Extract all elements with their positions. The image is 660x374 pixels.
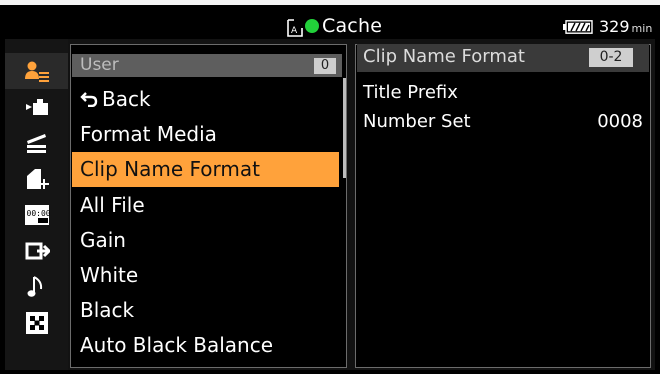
menu-item-label: All File — [80, 193, 145, 217]
output-icon — [25, 242, 50, 260]
svg-text:00:00: 00:00 — [27, 209, 51, 218]
menu-scrollbar[interactable] — [343, 78, 346, 178]
category-checker[interactable] — [5, 305, 68, 341]
clapper-icon — [27, 134, 46, 153]
detail-row-title-prefix[interactable]: Title Prefix — [363, 79, 643, 107]
menu-item-back[interactable]: Back — [72, 82, 339, 117]
menu-item-label: Auto Black Balance — [80, 333, 274, 357]
menu-item-label: Back — [102, 87, 151, 111]
menu-item-label: Black — [80, 298, 135, 322]
battery-time-value: 329 — [599, 17, 630, 36]
category-user[interactable] — [5, 53, 68, 89]
category-output[interactable] — [5, 233, 68, 269]
category-timecode[interactable]: 00:00 — [5, 197, 68, 233]
checker-icon — [26, 312, 48, 334]
svg-text:A: A — [291, 26, 298, 36]
detail-row-value: 0008 — [597, 111, 643, 132]
menu-header: User 0 — [72, 54, 342, 77]
detail-row-label: Number Set — [363, 111, 471, 132]
menu-item-label: Clip Name Format — [80, 157, 260, 181]
menu-item-label: Gain — [80, 228, 126, 252]
detail-range-badge: 0-2 — [589, 48, 633, 67]
menu-item-label: Format Media — [80, 122, 217, 146]
detail-row-number-set[interactable]: Number Set 0008 — [363, 108, 643, 136]
timecode-icon: 00:00 — [25, 205, 51, 225]
back-arrow-icon — [80, 82, 102, 117]
battery-icon — [563, 20, 593, 34]
category-media[interactable] — [5, 161, 68, 197]
menu-item-all-file[interactable]: All File — [72, 188, 339, 223]
category-audio[interactable] — [5, 269, 68, 305]
user-icon — [25, 61, 49, 82]
menu-item-white[interactable]: White — [72, 258, 339, 293]
menu-item-auto-black-balance[interactable]: Auto Black Balance — [72, 328, 339, 363]
menu-item-gain[interactable]: Gain — [72, 223, 339, 258]
detail-row-label: Title Prefix — [363, 82, 458, 103]
battery-time-unit: min — [631, 22, 653, 35]
detail-header: Clip Name Format 0-2 — [357, 44, 649, 72]
menu-header-label: User — [80, 55, 119, 75]
status-bar: A Cache 329 min — [0, 5, 660, 39]
menu-item-format-media[interactable]: Format Media — [72, 117, 339, 152]
menu-page-badge: 0 — [314, 58, 336, 74]
battery-time: 329 min — [599, 17, 652, 36]
menu-item-clip-name-format[interactable]: Clip Name Format — [72, 152, 339, 187]
media-card-icon — [27, 169, 49, 189]
menu-item-black[interactable]: Black — [72, 293, 339, 328]
detail-title: Clip Name Format — [363, 46, 525, 67]
audio-note-icon — [27, 276, 43, 297]
recording-status-dot — [305, 19, 319, 33]
camera-icon — [26, 99, 48, 115]
media-cache-icon: A — [287, 19, 303, 37]
category-clapper[interactable] — [5, 125, 68, 161]
category-camera[interactable] — [5, 89, 68, 125]
status-title: Cache — [322, 15, 383, 37]
category-sidebar: 00:00 — [5, 39, 68, 370]
menu-item-label: White — [80, 263, 139, 287]
